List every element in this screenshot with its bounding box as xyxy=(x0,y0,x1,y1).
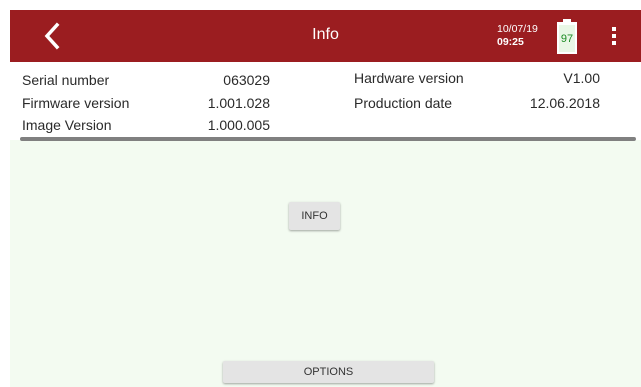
date-time: 10/07/19 09:25 xyxy=(497,23,538,49)
serial-number-value: 063029 xyxy=(223,72,270,88)
device-screen: Info 10/07/19 09:25 97 Serial number 063… xyxy=(10,10,641,387)
app-bar: Info 10/07/19 09:25 97 xyxy=(10,10,641,62)
hardware-version-label: Hardware version xyxy=(354,70,464,86)
firmware-version-label: Firmware version xyxy=(22,95,130,111)
time-text: 09:25 xyxy=(497,36,524,48)
battery-icon: 97 xyxy=(557,19,577,54)
more-vertical-icon[interactable] xyxy=(604,24,624,48)
info-button[interactable]: INFO xyxy=(289,202,340,230)
battery-level: 97 xyxy=(560,33,574,45)
image-version-value: 1.000.005 xyxy=(207,117,270,133)
serial-number-label: Serial number xyxy=(22,72,110,88)
section-divider xyxy=(20,137,636,141)
chevron-left-icon[interactable] xyxy=(38,21,68,51)
image-version-label: Image Version xyxy=(22,117,112,133)
firmware-version-value: 1.001.028 xyxy=(207,95,270,111)
hardware-version-value: V1.00 xyxy=(563,70,600,86)
production-date-label: Production date xyxy=(354,95,453,111)
device-info-panel: Serial number 063029 Firmware version 1.… xyxy=(10,62,641,140)
production-date-value: 12.06.2018 xyxy=(529,95,600,111)
date-text: 10/07/19 xyxy=(497,23,538,35)
options-button[interactable]: OPTIONS xyxy=(223,361,434,383)
page-title: Info xyxy=(312,26,339,43)
